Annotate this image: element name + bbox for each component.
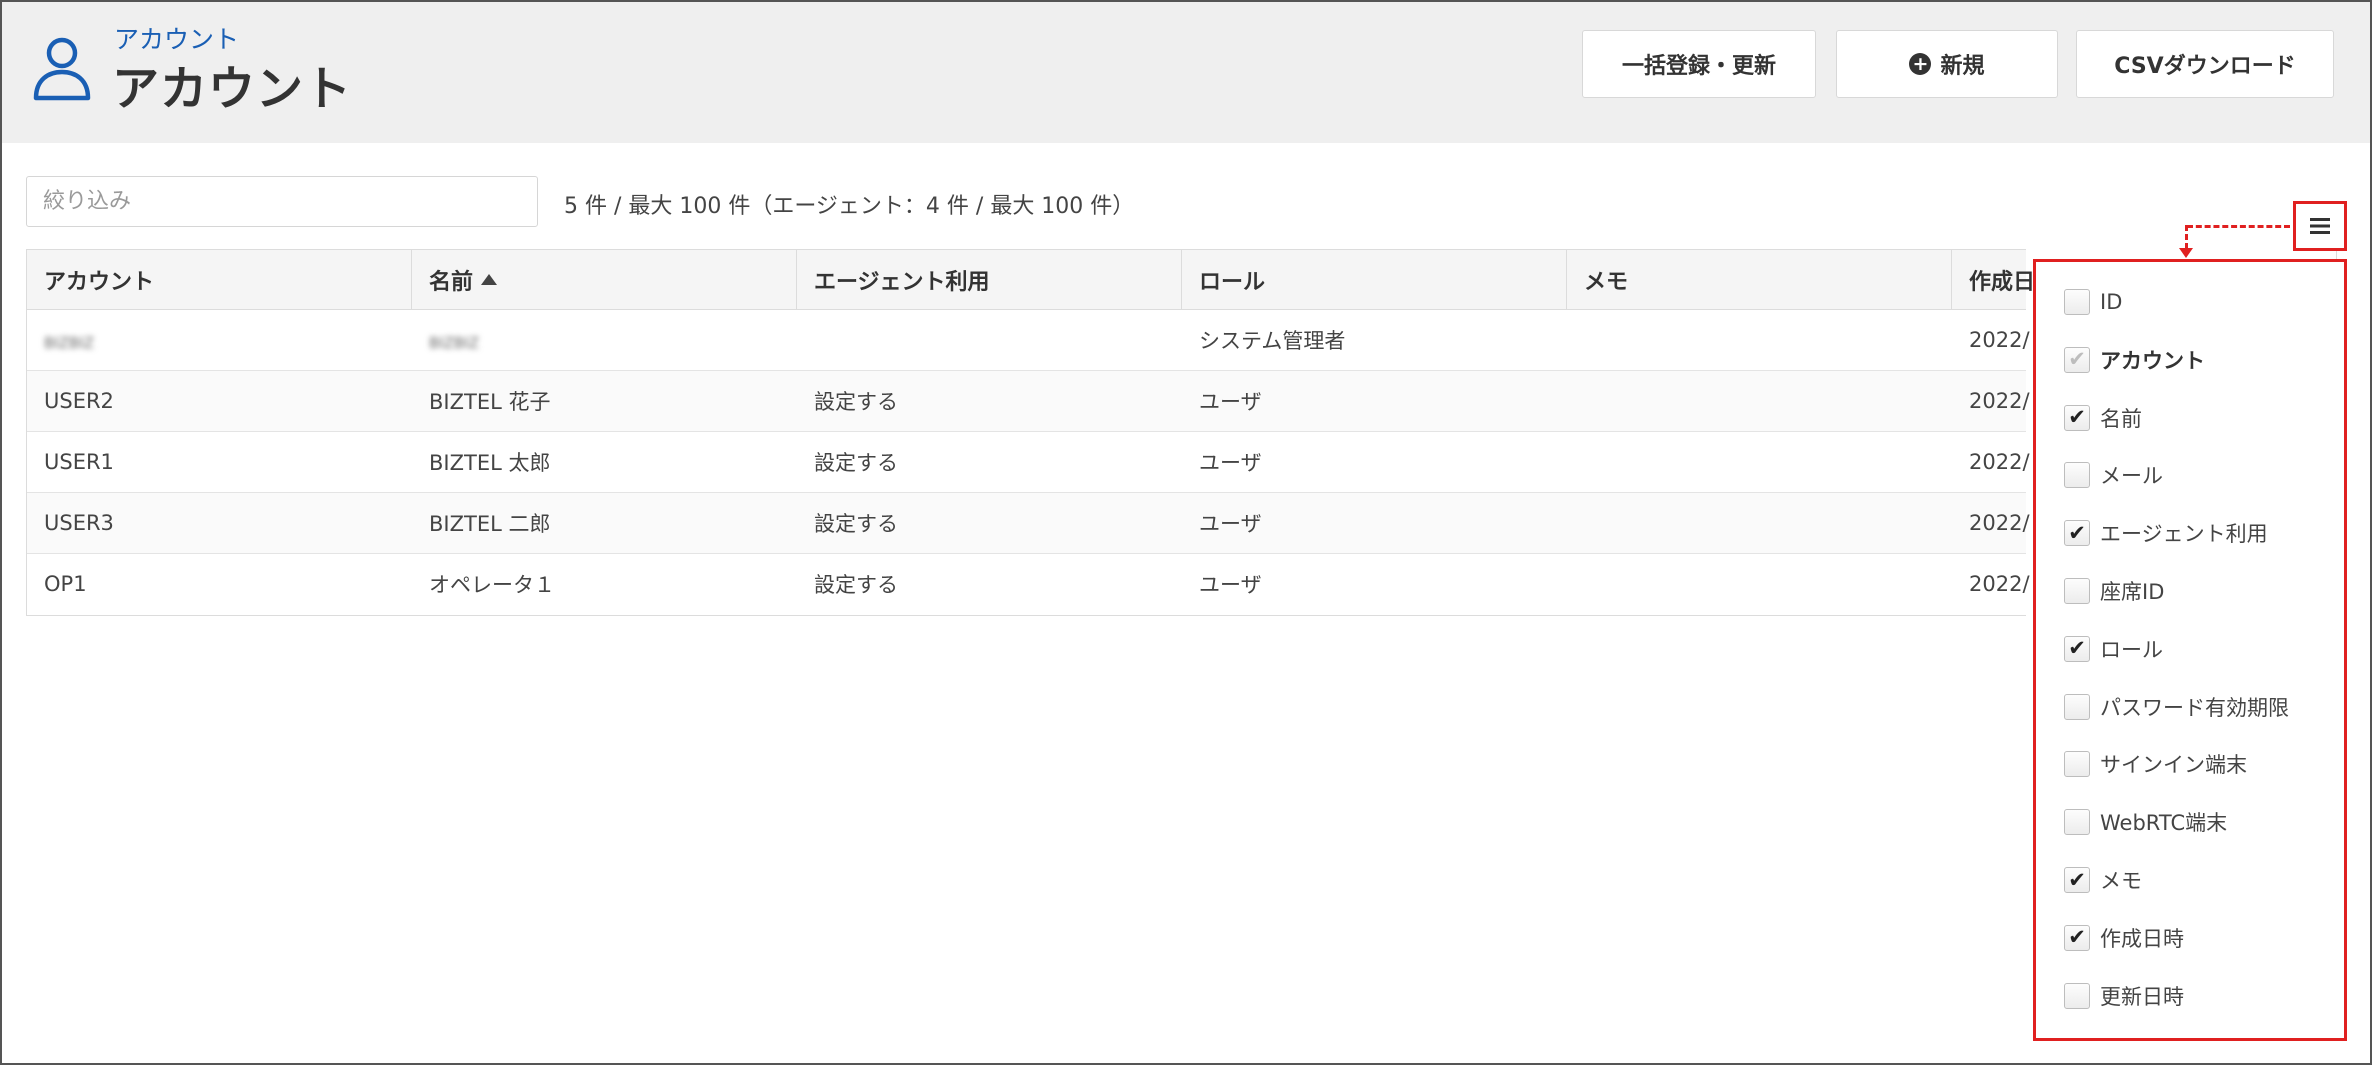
column-option[interactable]: ✔ ロール	[2064, 632, 2163, 666]
column-option[interactable]: WebRTC端末	[2064, 805, 2227, 839]
cell-memo	[1567, 371, 1952, 431]
column-option[interactable]: 更新日時	[2064, 979, 2184, 1013]
page-title: アカウント	[112, 62, 352, 117]
table-row[interactable]: USER3 BIZTEL 二郎 設定する ユーザ 2022/	[27, 493, 2030, 554]
new-button-label: 新規	[1940, 54, 1985, 79]
hamburger-icon	[2310, 218, 2330, 234]
table-row[interactable]: USER1 BIZTEL 太郎 設定する ユーザ 2022/	[27, 432, 2030, 493]
column-settings-button[interactable]	[2293, 201, 2347, 251]
csv-download-label: CSVダウンロード	[2114, 54, 2296, 79]
column-checkbox[interactable]	[2064, 982, 2090, 1009]
user-icon	[33, 37, 91, 101]
cell-role: ユーザ	[1199, 451, 1262, 475]
cell-memo	[1567, 493, 1952, 553]
cell-agent: 設定する	[814, 573, 898, 597]
annotation-dashed-line-down	[2185, 225, 2188, 249]
column-option-label: 作成日時	[2100, 926, 2184, 951]
column-checkbox[interactable]	[2064, 578, 2090, 604]
annotation-arrow-head	[2179, 248, 2193, 258]
column-header-role[interactable]: ロール	[1182, 250, 1567, 310]
column-header-agent-usage[interactable]: エージェント利用	[797, 250, 1182, 310]
page-header: アカウント アカウント 一括登録・更新 + 新規 CSVダウンロード	[2, 2, 2370, 143]
column-header-memo[interactable]: メモ	[1567, 250, 1952, 310]
cell-name: BIZTEL 花子	[429, 390, 551, 414]
table-body: BIZBIZ BIZBIZ システム管理者 2022/ USER2 BIZTEL…	[27, 310, 2030, 615]
cell-role: ユーザ	[1199, 573, 1262, 597]
table-header: アカウント 名前 エージェント利用 ロール メモ 作成日	[27, 250, 2337, 310]
cell-agent: 設定する	[814, 390, 898, 414]
column-option[interactable]: ✔ エージェント利用	[2064, 516, 2268, 550]
column-option[interactable]: ID	[2064, 285, 2122, 319]
column-checkbox[interactable]: ✔	[2064, 520, 2090, 547]
new-button[interactable]: + 新規	[1836, 30, 2058, 98]
column-option-label: パスワード有効期限	[2100, 695, 2289, 720]
bulk-register-update-label: 一括登録・更新	[1621, 54, 1776, 79]
column-option-label: 更新日時	[2100, 984, 2184, 1009]
cell-memo	[1567, 432, 1952, 492]
column-checkbox[interactable]: ✔	[2064, 867, 2090, 893]
column-option[interactable]: メール	[2064, 458, 2163, 492]
cell-account: OP1	[44, 572, 87, 596]
cell-role: ユーザ	[1199, 512, 1262, 536]
column-checkbox[interactable]: ✔	[2064, 635, 2090, 662]
table-row[interactable]: BIZBIZ BIZBIZ システム管理者 2022/	[27, 310, 2030, 371]
column-option-label: アカウント	[2100, 348, 2205, 373]
cell-account: USER2	[44, 389, 114, 413]
column-checkbox[interactable]: ✔	[2064, 924, 2090, 951]
column-option[interactable]: ✔ アカウント	[2064, 343, 2205, 377]
column-visibility-panel: ID ✔ アカウント ✔ 名前メール ✔ エージェント利用 座席ID ✔ ロールパスワード有効期限…	[2033, 259, 2347, 1041]
column-checkbox[interactable]	[2064, 809, 2090, 836]
cell-role: ユーザ	[1199, 390, 1262, 414]
cell-agent: 設定する	[814, 512, 898, 536]
column-option[interactable]: サインイン端末	[2064, 747, 2247, 781]
column-option-label: メモ	[2100, 869, 2142, 893]
cell-name: BIZBIZ	[412, 310, 797, 370]
filter-input[interactable]	[26, 176, 538, 227]
column-option[interactable]: 座席ID	[2064, 574, 2164, 608]
cell-role: システム管理者	[1199, 329, 1346, 353]
accounts-table: アカウント 名前 エージェント利用 ロール メモ 作成日 BIZBIZ BIZB…	[26, 249, 2337, 616]
cell-agent	[797, 310, 1182, 370]
cell-account: USER3	[44, 511, 114, 535]
blurred-account: BIZBIZ	[44, 334, 94, 352]
column-checkbox[interactable]: ✔	[2064, 404, 2090, 431]
cell-account: BIZBIZ	[27, 310, 412, 370]
column-option-label: WebRTC端末	[2100, 811, 2228, 836]
cell-name: BIZTEL 二郎	[429, 512, 551, 536]
column-option[interactable]: ✔ メモ	[2064, 863, 2142, 897]
table-row[interactable]: OP1 オペレータ１ 設定する ユーザ 2022/	[27, 554, 2030, 615]
column-option-label: 座席ID	[2100, 580, 2165, 604]
csv-download-button[interactable]: CSVダウンロード	[2076, 30, 2334, 98]
column-option-label: 名前	[2100, 406, 2142, 431]
column-option-label: メール	[2100, 464, 2163, 489]
cell-agent: 設定する	[814, 451, 898, 475]
column-checkbox[interactable]	[2064, 289, 2090, 315]
bulk-register-update-button[interactable]: 一括登録・更新	[1582, 30, 1816, 98]
column-option[interactable]: ✔ 名前	[2064, 401, 2142, 435]
column-option[interactable]: パスワード有効期限	[2064, 690, 2289, 724]
annotation-dashed-line	[2187, 225, 2290, 228]
column-header-name[interactable]: 名前	[412, 250, 797, 310]
column-option[interactable]: ✔ 作成日時	[2064, 921, 2184, 955]
cell-name: オペレータ１	[429, 573, 555, 597]
column-option-label: エージェント利用	[2100, 522, 2268, 547]
column-checkbox[interactable]	[2064, 693, 2090, 720]
table-row[interactable]: USER2 BIZTEL 花子 設定する ユーザ 2022/	[27, 371, 2030, 432]
column-option-label: ID	[2100, 290, 2123, 314]
blurred-name: BIZBIZ	[429, 334, 479, 352]
column-header-account[interactable]: アカウント	[27, 250, 412, 310]
cell-memo	[1567, 554, 1952, 614]
column-checkbox[interactable]	[2064, 751, 2090, 778]
cell-memo	[1567, 310, 1952, 370]
sort-ascending-icon	[481, 273, 498, 285]
column-option-label: ロール	[2100, 637, 2163, 662]
column-checkbox: ✔	[2064, 346, 2090, 373]
column-checkbox[interactable]	[2064, 462, 2090, 489]
result-count: 5 件 / 最大 100 件（エージェント：4 件 / 最大 100 件）	[564, 194, 1135, 219]
cell-account: USER1	[44, 450, 114, 474]
plus-circle-icon: +	[1909, 53, 1932, 75]
column-option-label: サインイン端末	[2100, 753, 2247, 778]
cell-name: BIZTEL 太郎	[429, 451, 551, 475]
app-frame: アカウント アカウント 一括登録・更新 + 新規 CSVダウンロード 5 件 /…	[0, 0, 2372, 1065]
